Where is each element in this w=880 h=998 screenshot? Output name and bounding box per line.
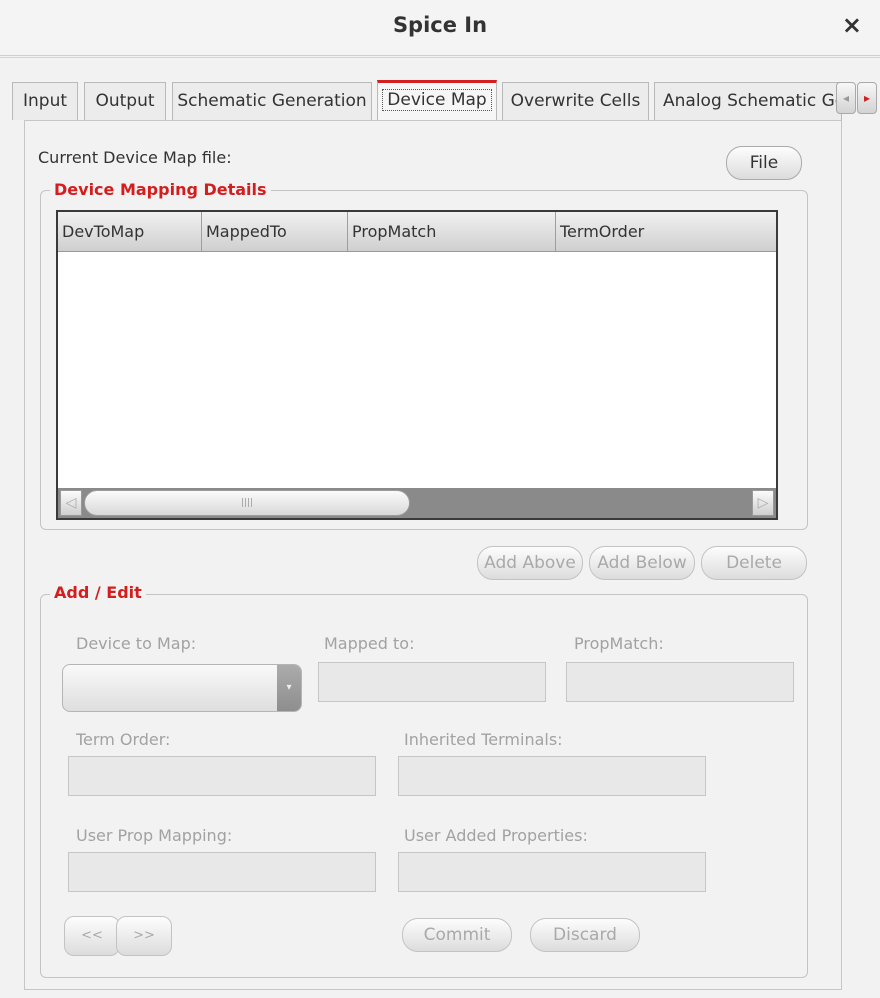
add-above-button[interactable]: Add Above bbox=[477, 546, 583, 580]
tab-device-map[interactable]: Device Map bbox=[377, 80, 497, 121]
tab-label: Analog Schematic Ge bbox=[663, 91, 842, 111]
next-button[interactable]: >> bbox=[116, 916, 172, 956]
user-prop-mapping-input[interactable] bbox=[68, 852, 376, 892]
user-added-properties-label: User Added Properties: bbox=[404, 826, 588, 845]
column-header-propmatch[interactable]: PropMatch bbox=[348, 212, 556, 252]
column-header-termorder[interactable]: TermOrder bbox=[556, 212, 776, 252]
mapped-to-label: Mapped to: bbox=[324, 634, 415, 653]
tab-label: Device Map bbox=[382, 89, 492, 111]
user-prop-mapping-label: User Prop Mapping: bbox=[76, 826, 233, 845]
add-below-button[interactable]: Add Below bbox=[589, 546, 695, 580]
title-separator bbox=[0, 57, 880, 58]
mapped-to-input[interactable] bbox=[318, 662, 546, 702]
tab-scroll-left-icon[interactable]: ◂ bbox=[836, 82, 856, 114]
propmatch-input[interactable] bbox=[566, 662, 794, 702]
user-added-properties-input[interactable] bbox=[398, 852, 706, 892]
propmatch-label: PropMatch: bbox=[574, 634, 664, 653]
scrollbar-thumb[interactable]: |||| bbox=[84, 490, 410, 516]
title-bar: Spice In × bbox=[0, 0, 880, 56]
table-horizontal-scrollbar[interactable]: ◁ |||| ▷ bbox=[58, 488, 776, 518]
scroll-right-icon[interactable]: ▷ bbox=[752, 490, 774, 516]
add-edit-legend: Add / Edit bbox=[50, 583, 146, 602]
tab-input[interactable]: Input bbox=[12, 82, 78, 120]
device-to-map-label: Device to Map: bbox=[76, 634, 197, 653]
commit-button[interactable]: Commit bbox=[402, 918, 512, 952]
discard-button[interactable]: Discard bbox=[530, 918, 640, 952]
tab-label: Output bbox=[95, 91, 155, 111]
file-button[interactable]: File bbox=[726, 146, 802, 180]
current-device-map-label: Current Device Map file: bbox=[38, 148, 232, 167]
table-header: DevToMap MappedTo PropMatch TermOrder bbox=[58, 212, 776, 252]
column-header-mappedto[interactable]: MappedTo bbox=[202, 212, 348, 252]
term-order-input[interactable] bbox=[68, 756, 376, 796]
tab-bar: Input Output Schematic Generation Device… bbox=[12, 80, 878, 121]
tab-output[interactable]: Output bbox=[84, 82, 166, 120]
tab-schematic-generation[interactable]: Schematic Generation bbox=[172, 82, 372, 120]
previous-button[interactable]: << bbox=[64, 916, 120, 956]
window-title: Spice In bbox=[392, 13, 488, 37]
tab-label: Overwrite Cells bbox=[510, 91, 641, 111]
device-mapping-table[interactable]: DevToMap MappedTo PropMatch TermOrder ◁ … bbox=[56, 210, 778, 520]
scroll-left-icon[interactable]: ◁ bbox=[60, 490, 82, 516]
device-mapping-details-legend: Device Mapping Details bbox=[50, 180, 271, 199]
inherited-terminals-input[interactable] bbox=[398, 756, 706, 796]
tab-label: Input bbox=[22, 91, 68, 111]
device-to-map-select[interactable]: ▾ bbox=[62, 664, 302, 712]
term-order-label: Term Order: bbox=[76, 730, 171, 749]
inherited-terminals-label: Inherited Terminals: bbox=[404, 730, 563, 749]
column-header-devtomap[interactable]: DevToMap bbox=[58, 212, 202, 252]
tab-label: Schematic Generation bbox=[177, 91, 367, 111]
tab-analog-schematic-generation[interactable]: Analog Schematic Ge bbox=[654, 82, 842, 120]
close-icon[interactable]: × bbox=[842, 11, 862, 39]
tab-overwrite-cells[interactable]: Overwrite Cells bbox=[502, 82, 649, 120]
chevron-down-icon[interactable]: ▾ bbox=[277, 665, 301, 711]
tab-scroll-right-icon[interactable]: ▸ bbox=[857, 82, 877, 114]
delete-button[interactable]: Delete bbox=[701, 546, 807, 580]
